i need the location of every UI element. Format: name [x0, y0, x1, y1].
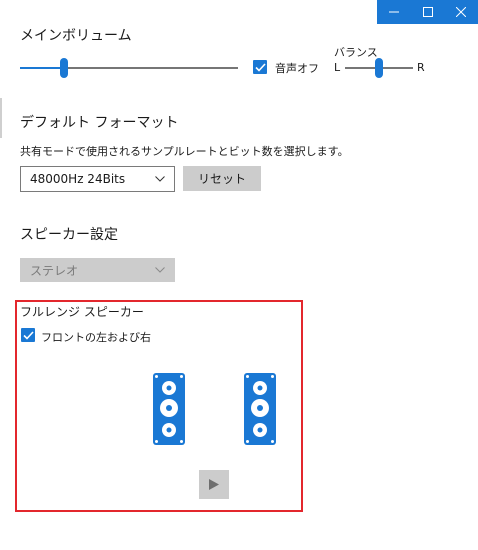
minimize-icon — [388, 11, 399, 13]
front-speakers-label: フロントの左および右 — [41, 331, 151, 344]
speaker-config-value: ステレオ — [30, 263, 79, 278]
balance-left-label: L — [334, 61, 341, 74]
format-select-value: 48000Hz 24Bits — [30, 172, 126, 186]
front-speakers-checkbox[interactable] — [21, 328, 35, 342]
format-select[interactable]: 48000Hz 24Bits — [20, 166, 175, 192]
checkmark-icon — [22, 330, 34, 340]
maximize-icon — [422, 7, 433, 17]
speaker-icon — [246, 375, 274, 443]
default-format-title: デフォルト フォーマット — [20, 115, 179, 131]
close-button[interactable] — [444, 0, 478, 24]
mute-label: 音声オフ — [275, 62, 319, 75]
maximize-button[interactable] — [411, 0, 445, 24]
section-divider — [0, 98, 2, 138]
main-volume-thumb[interactable] — [59, 58, 68, 78]
left-speaker-icon[interactable] — [153, 373, 185, 445]
chevron-down-icon — [155, 267, 165, 273]
play-icon — [209, 479, 219, 490]
fullrange-title: フルレンジ スピーカー — [20, 305, 144, 319]
balance-thumb[interactable] — [375, 58, 383, 78]
play-test-button[interactable] — [199, 470, 229, 499]
window-controls — [377, 0, 478, 24]
speaker-icon — [155, 375, 183, 443]
speaker-config-select[interactable]: ステレオ — [20, 258, 175, 282]
mute-checkbox[interactable] — [253, 60, 267, 74]
checkmark-icon — [254, 62, 266, 72]
main-volume-fill — [20, 67, 64, 69]
minimize-button[interactable] — [377, 0, 411, 24]
default-format-description: 共有モードで使用されるサンプルレートとビット数を選択します。 — [20, 145, 349, 158]
balance-fill — [345, 67, 379, 69]
reset-button[interactable]: リセット — [183, 166, 261, 191]
speaker-settings-title: スピーカー設定 — [20, 227, 118, 243]
right-speaker-icon[interactable] — [244, 373, 276, 445]
main-volume-title: メインボリューム — [20, 28, 132, 44]
chevron-down-icon — [155, 176, 165, 182]
close-icon — [456, 7, 467, 17]
balance-title: バランス — [334, 46, 378, 59]
balance-right-label: R — [417, 61, 425, 74]
